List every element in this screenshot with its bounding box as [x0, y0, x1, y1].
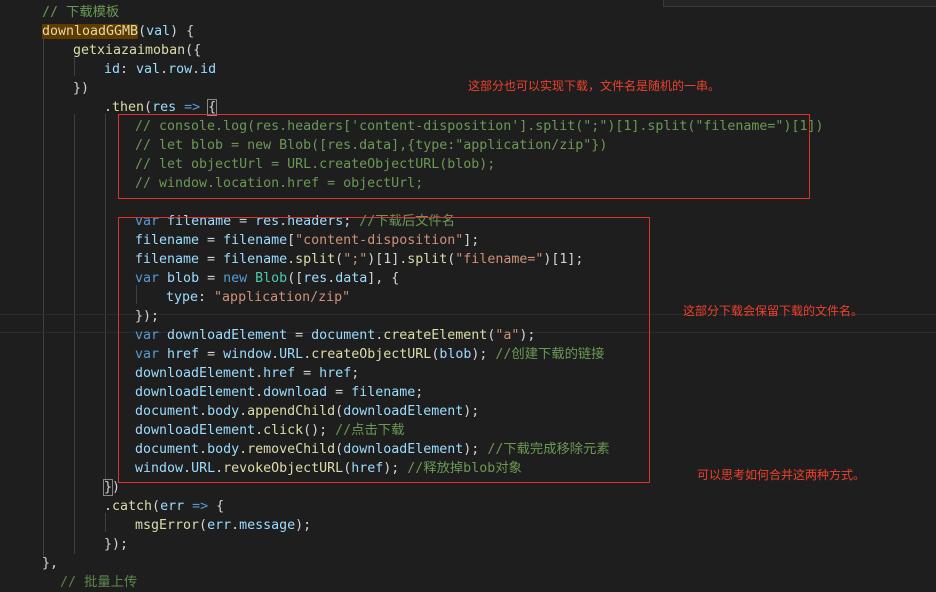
indent-guide: [74, 114, 75, 554]
punctuation-token: ) {: [170, 24, 195, 39]
annotation-box-download-code: [118, 217, 650, 483]
code-line[interactable]: id: val.row.id: [104, 60, 216, 79]
property-token: row: [168, 62, 193, 77]
arrow-token: =>: [184, 100, 201, 115]
punctuation-token: .: [160, 62, 169, 77]
property-token: id: [200, 62, 217, 77]
editor-overview-ruler: [663, 0, 936, 7]
punctuation-token: (: [144, 100, 153, 115]
indent-guide: [105, 114, 106, 482]
code-line[interactable]: .catch(err => {: [104, 497, 224, 516]
code-line[interactable]: // 下载模板: [42, 3, 119, 22]
code-line[interactable]: },: [42, 554, 58, 573]
annotation-note-bottom: 可以思考如何合并这两种方式。: [697, 468, 866, 482]
code-editor[interactable]: // 下载模板 downloadGGMB(val) { getxiazaimob…: [0, 0, 936, 590]
comment-token: // 批量上传: [60, 575, 138, 590]
punctuation-token: (: [152, 499, 161, 514]
annotation-note-top: 这部分也可以实现下载，文件名是随机的一串。: [468, 79, 721, 93]
comment-token: // 下载模板: [42, 5, 120, 20]
function-name-token: downloadGGMB: [42, 24, 139, 39]
punctuation-token: },: [42, 556, 59, 571]
punctuation-token: }): [73, 81, 90, 96]
punctuation-token: .: [104, 100, 113, 115]
punctuation-token: [176, 100, 184, 115]
punctuation-token: .: [104, 499, 113, 514]
param-token: val: [146, 24, 171, 39]
function-call-token: then: [112, 100, 145, 115]
code-line[interactable]: downloadGGMB(val) {: [42, 22, 194, 41]
param-token: res: [152, 100, 177, 115]
property-token: id: [104, 62, 121, 77]
code-line[interactable]: getxiazaimoban({: [73, 41, 201, 60]
matched-bracket-token: }: [102, 479, 114, 496]
punctuation-token: :: [120, 62, 137, 77]
param-token: err: [160, 499, 185, 514]
punctuation-token: .: [192, 62, 201, 77]
code-line[interactable]: });: [104, 535, 128, 554]
code-line[interactable]: // 批量上传: [60, 573, 137, 592]
code-line[interactable]: }): [73, 79, 89, 98]
function-call-token: getxiazaimoban: [73, 43, 186, 58]
matched-bracket-token: {: [207, 99, 218, 116]
indent-guide: [43, 38, 44, 558]
punctuation-token: ({: [185, 43, 202, 58]
variable-token: val: [136, 62, 161, 77]
arrow-token: =>: [192, 499, 209, 514]
function-call-token: msgError: [135, 518, 200, 533]
function-call-token: catch: [112, 499, 153, 514]
annotation-box-commented-code: [118, 114, 810, 199]
property-token: message: [239, 518, 296, 533]
punctuation-token: });: [104, 537, 129, 552]
annotation-note-middle: 这部分下载会保留下载的文件名。: [683, 304, 864, 318]
punctuation-token: (: [138, 24, 147, 39]
code-line[interactable]: msgError(err.message);: [135, 516, 311, 535]
punctuation-token: [200, 100, 208, 115]
variable-token: err: [207, 518, 232, 533]
